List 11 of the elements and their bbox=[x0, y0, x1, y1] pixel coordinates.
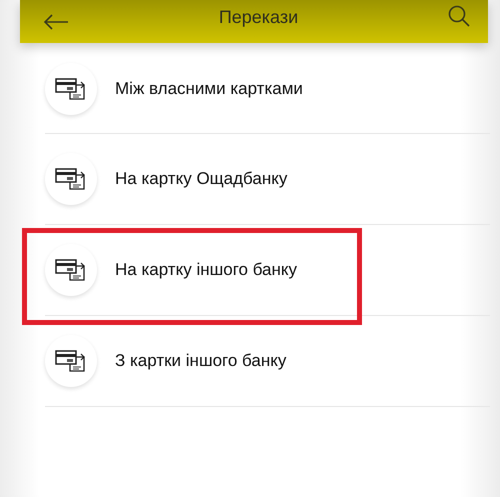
search-icon[interactable] bbox=[448, 4, 470, 26]
menu-item[interactable]: На картку іншого банку bbox=[115, 260, 298, 280]
menu-item[interactable]: Між власними картками bbox=[115, 79, 303, 99]
menu-item[interactable]: З картки іншого банку bbox=[115, 351, 286, 371]
card-transfer-icon bbox=[45, 335, 97, 387]
card-transfer-icon bbox=[45, 244, 97, 296]
back-arrow-icon[interactable] bbox=[43, 14, 69, 30]
menu-item[interactable]: На картку Ощадбанку bbox=[115, 169, 288, 189]
card-transfer-icon bbox=[45, 63, 97, 115]
card-transfer-icon bbox=[45, 153, 97, 205]
screen-title: Перекази bbox=[218, 7, 300, 28]
